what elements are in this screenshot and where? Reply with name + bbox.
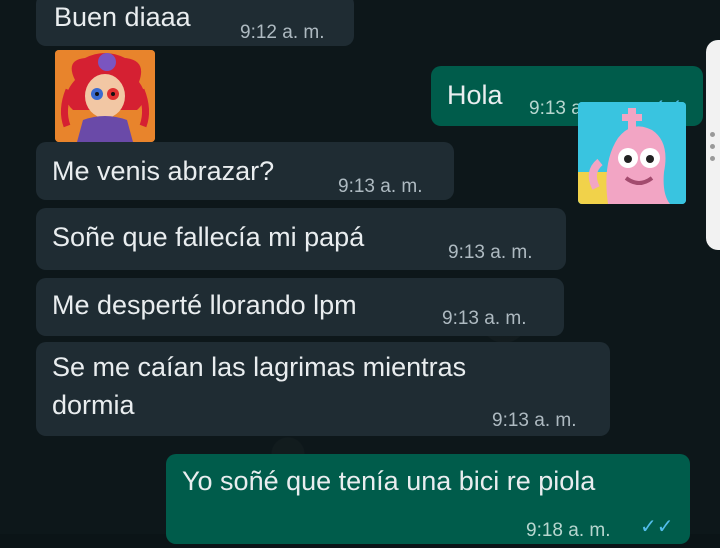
message-bubble-incoming[interactable]: Se me caían las lagrimas mientras dormia… <box>36 342 610 436</box>
message-text: Buen diaaa <box>54 2 191 32</box>
dot-icon <box>710 156 715 161</box>
message-text: Yo soñé que tenía una bici re piola <box>182 466 596 496</box>
message-time: 9:13 a. m. <box>442 308 527 329</box>
message-text: Me desperté llorando lpm <box>52 290 357 320</box>
message-text-line-1: Se me caían las lagrimas mientras <box>52 352 467 382</box>
message-time: 9:12 a. m. <box>240 22 325 43</box>
message-text: Soñe que fallecía mi papá <box>52 222 365 252</box>
dot-icon <box>710 144 715 149</box>
message-bubble-incoming[interactable]: Buen diaaa 9:12 a. m. <box>36 0 354 46</box>
side-panel-handle[interactable] <box>706 40 720 250</box>
message-bubble-incoming[interactable]: Soñe que fallecía mi papá 9:13 a. m. <box>36 208 566 270</box>
message-time: 9:13 a. m. <box>338 176 423 197</box>
message-bubble-incoming[interactable]: Me desperté llorando lpm 9:13 a. m. <box>36 278 564 336</box>
ragdoll-jester-sticker <box>55 50 155 142</box>
message-time: 9:18 a. m. <box>526 520 611 541</box>
message-time: 9:13 a. m. <box>492 410 577 431</box>
sticker-incoming[interactable] <box>55 50 155 142</box>
message-bubble-outgoing[interactable]: Yo soñé que tenía una bici re piola 9:18… <box>166 454 690 544</box>
message-text-line-2: dormia <box>52 390 135 420</box>
message-time: 9:13 a. m. <box>448 242 533 263</box>
dot-icon <box>710 132 715 137</box>
message-text: Me venis abrazar? <box>52 156 275 186</box>
double-check-icon: ✓✓ <box>640 516 674 538</box>
pink-chess-creature-sticker <box>578 102 686 204</box>
message-text: Hola <box>447 80 503 110</box>
sticker-outgoing[interactable] <box>578 102 686 204</box>
message-bubble-incoming[interactable]: Me venis abrazar? 9:13 a. m. <box>36 142 454 200</box>
